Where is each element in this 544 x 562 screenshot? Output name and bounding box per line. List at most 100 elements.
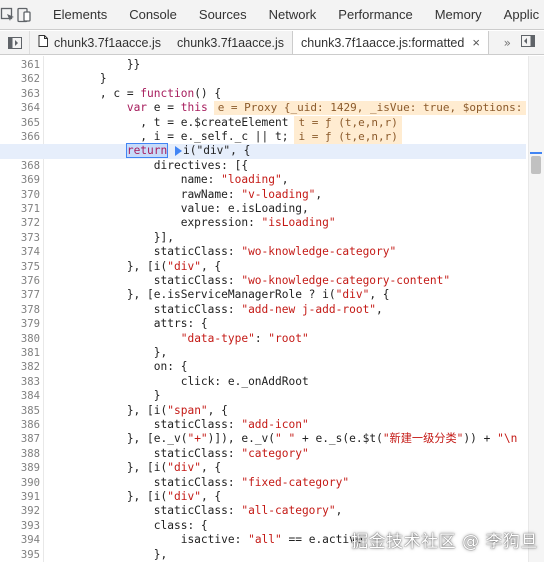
file-tab-chunk3-2[interactable]: chunk3.7f1aacce.js — [169, 31, 292, 54]
code-line[interactable]: var e = this e = Proxy {_uid: 1429, _isVu… — [46, 101, 527, 116]
line-number-gutter[interactable]: 3613623633643653663673683693703713723733… — [0, 56, 46, 562]
line-number[interactable]: 395 — [0, 548, 40, 562]
code-token: click: e._onAddRoot — [46, 374, 309, 388]
line-number[interactable]: 381 — [0, 346, 40, 360]
line-number[interactable]: 370 — [0, 188, 40, 202]
scrollbar-thumb[interactable] — [531, 156, 541, 174]
line-number[interactable]: 364 — [0, 101, 40, 115]
code-line[interactable]: staticClass: "wo-knowledge-category" — [46, 245, 526, 259]
inline-variable-value[interactable]: e = Proxy {_uid: 1429, _isVue: true, $op… — [213, 101, 527, 116]
line-number[interactable]: 375 — [0, 260, 40, 274]
tab-console[interactable]: Console — [118, 0, 188, 29]
line-number[interactable]: 385 — [0, 404, 40, 418]
code-line[interactable]: rawName: "v-loading", — [46, 188, 526, 202]
code-line[interactable]: "data-type": "root" — [46, 332, 526, 346]
line-number[interactable]: 374 — [0, 245, 40, 259]
code-editor[interactable]: 3613623633643653663673683693703713723733… — [0, 56, 544, 562]
line-number[interactable]: 376 — [0, 274, 40, 288]
code-line[interactable]: value: e.isLoading, — [46, 202, 526, 216]
code-line[interactable]: }, — [46, 346, 526, 360]
code-token: }, [i( — [46, 259, 168, 273]
code-line[interactable]: staticClass: "add-icon" — [46, 418, 526, 432]
inline-variable-value[interactable]: i = ƒ (t,e,n,r) — [294, 130, 402, 144]
line-number[interactable]: 382 — [0, 360, 40, 374]
code-line[interactable]: , i = e._self._c || t; i = ƒ (t,e,n,r) — [46, 130, 526, 144]
vertical-scrollbar[interactable] — [528, 56, 544, 562]
line-number[interactable]: 371 — [0, 202, 40, 216]
code-line[interactable]: }} — [46, 58, 526, 72]
more-tabs-icon[interactable]: » — [499, 36, 516, 50]
code-line[interactable]: staticClass: "wo-knowledge-category-cont… — [46, 274, 526, 288]
tab-memory[interactable]: Memory — [424, 0, 493, 29]
line-number[interactable]: 393 — [0, 519, 40, 533]
code-line[interactable]: }, [i("div", { — [46, 461, 526, 475]
line-number[interactable]: 388 — [0, 447, 40, 461]
code-line[interactable]: }], — [46, 231, 526, 245]
line-number[interactable]: 380 — [0, 332, 40, 346]
code-lines[interactable]: }} } , c = function() { var e = this e = … — [0, 56, 527, 562]
line-number[interactable]: 383 — [0, 375, 40, 389]
line-number[interactable]: 391 — [0, 490, 40, 504]
tab-sources[interactable]: Sources — [187, 0, 258, 29]
code-line[interactable]: }, [i("div", { — [46, 490, 526, 504]
file-tab-chunk3-1[interactable]: chunk3.7f1aacce.js — [30, 31, 169, 54]
code-line[interactable]: attrs: { — [46, 317, 526, 331]
code-line[interactable]: expression: "isLoading" — [46, 216, 526, 230]
file-tab-chunk3-formatted[interactable]: chunk3.7f1aacce.js:formatted × — [292, 31, 489, 54]
line-number[interactable]: 365 — [0, 116, 40, 130]
line-number[interactable]: 377 — [0, 288, 40, 302]
code-line[interactable]: staticClass: "add-new j-add-root", — [46, 303, 526, 317]
code-line[interactable]: staticClass: "all-category", — [46, 504, 526, 518]
line-number[interactable]: 373 — [0, 231, 40, 245]
js-file-icon — [38, 35, 48, 50]
code-line[interactable]: }, [i("span", { — [46, 404, 526, 418]
keyword-token: function — [140, 86, 195, 100]
device-toolbar-icon[interactable] — [16, 0, 32, 29]
line-number[interactable]: 369 — [0, 173, 40, 187]
inspect-element-icon[interactable] — [0, 0, 16, 29]
tab-network[interactable]: Network — [258, 0, 328, 29]
line-number[interactable]: 392 — [0, 504, 40, 518]
string-token: "span" — [167, 403, 208, 417]
toggle-navigator-icon[interactable] — [0, 31, 30, 54]
line-number[interactable]: 394 — [0, 533, 40, 547]
toggle-debugger-icon[interactable] — [516, 35, 540, 50]
code-line[interactable]: , t = e.$createElement t = ƒ (t,e,n,r) — [46, 115, 526, 130]
code-line[interactable]: }, [e.isServiceManagerRole ? i("div", { — [46, 288, 526, 302]
tab-elements[interactable]: Elements — [42, 0, 118, 29]
close-icon[interactable]: × — [472, 35, 480, 50]
line-number[interactable]: 372 — [0, 216, 40, 230]
line-number[interactable]: 386 — [0, 418, 40, 432]
line-number[interactable]: 384 — [0, 389, 40, 403]
code-line[interactable]: staticClass: "fixed-category" — [46, 476, 526, 490]
line-number[interactable]: 387 — [0, 432, 40, 446]
string-token: "isLoading" — [261, 216, 336, 230]
code-line[interactable]: , c = function() { — [46, 87, 526, 101]
continue-to-here-icon[interactable] — [175, 146, 182, 157]
line-number[interactable]: 390 — [0, 476, 40, 490]
code-token: , i = e._self._c || t; — [46, 130, 289, 143]
line-number[interactable]: 379 — [0, 317, 40, 331]
code-line[interactable]: name: "loading", — [46, 173, 526, 187]
code-line[interactable]: click: e._onAddRoot — [46, 375, 526, 389]
inline-variable-value[interactable]: t = ƒ (t,e,n,r) — [294, 115, 402, 130]
code-line[interactable]: } — [46, 389, 526, 403]
line-number[interactable]: 362 — [0, 72, 40, 86]
keyword-token: var — [126, 101, 148, 115]
line-number[interactable]: 389 — [0, 461, 40, 475]
tab-application[interactable]: Applic — [493, 0, 544, 29]
line-number[interactable]: 366 — [0, 130, 40, 144]
current-execution-line[interactable]: return i("div", { — [0, 143, 526, 160]
line-number[interactable]: 378 — [0, 303, 40, 317]
line-number[interactable]: 363 — [0, 87, 40, 101]
tab-performance[interactable]: Performance — [327, 0, 423, 29]
code-line[interactable]: staticClass: "category" — [46, 447, 526, 461]
code-line[interactable]: } — [46, 72, 526, 86]
code-line[interactable]: directives: [{ — [46, 159, 526, 173]
line-number[interactable]: 368 — [0, 159, 40, 173]
code-line[interactable]: }, [i("div", { — [46, 260, 526, 274]
code-line[interactable]: on: { — [46, 360, 526, 374]
code-line[interactable]: }, [e._v("+")]), e._v(" " + e._s(e.$t("新… — [46, 432, 526, 446]
line-number[interactable]: 361 — [0, 58, 40, 72]
